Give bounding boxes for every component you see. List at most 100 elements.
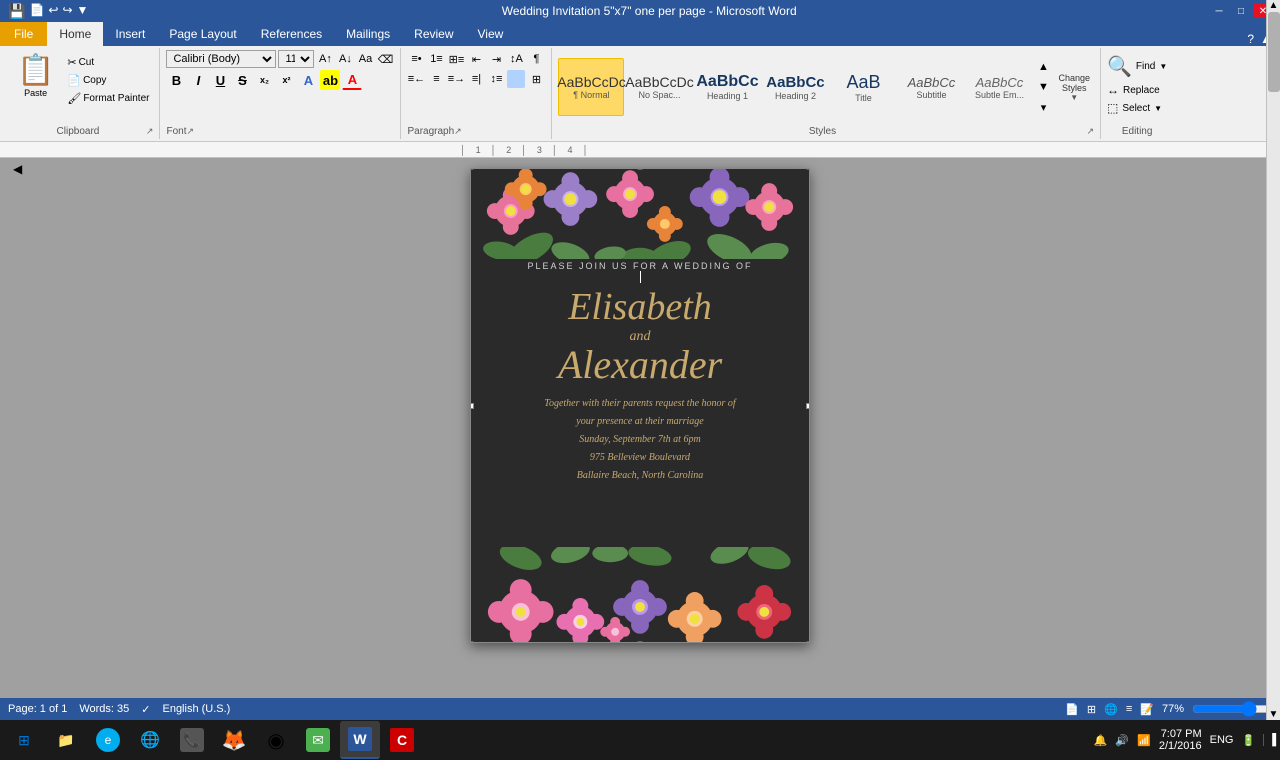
- tab-page-layout[interactable]: Page Layout: [157, 22, 248, 46]
- paragraph-expand[interactable]: ↗: [454, 126, 462, 137]
- view-web-button[interactable]: 🌐: [1104, 703, 1118, 716]
- style-normal[interactable]: AaBbCcDc ¶ Normal: [558, 58, 624, 116]
- network-icon[interactable]: 📶: [1137, 734, 1151, 747]
- align-right-button[interactable]: ≡→: [447, 70, 465, 88]
- style-heading1[interactable]: AaBbCc Heading 1: [694, 58, 760, 116]
- handle-ml[interactable]: [470, 403, 474, 409]
- view-outline-button[interactable]: ≡: [1126, 703, 1132, 715]
- tab-file[interactable]: File: [0, 22, 47, 46]
- decrease-indent-button[interactable]: ⇤: [467, 50, 485, 68]
- volume-icon[interactable]: 🔊: [1115, 734, 1129, 747]
- styles-group: AaBbCcDc ¶ Normal AaBbCcDc No Spac... Aa…: [552, 48, 1101, 139]
- bold-button[interactable]: B: [166, 70, 186, 90]
- invite-name1: Elisabeth: [568, 287, 712, 329]
- bullets-button[interactable]: ≡•: [407, 50, 425, 68]
- cut-button[interactable]: ✂ Cut: [63, 54, 153, 71]
- battery-icon[interactable]: 🔋: [1242, 734, 1256, 747]
- handle-mr[interactable]: [806, 403, 810, 409]
- highlight-button[interactable]: ab: [320, 70, 340, 90]
- style-title[interactable]: AaB Title: [830, 58, 896, 116]
- superscript-button[interactable]: x²: [276, 70, 296, 90]
- tab-home[interactable]: Home: [47, 22, 103, 46]
- sort-button[interactable]: ↕A: [507, 50, 525, 68]
- justify-button[interactable]: ≡|: [467, 70, 485, 88]
- shading-button[interactable]: [507, 70, 525, 88]
- maximize-button[interactable]: □: [1232, 4, 1250, 18]
- tab-references[interactable]: References: [249, 22, 334, 46]
- spell-check-icon[interactable]: ✓: [141, 703, 150, 716]
- taskbar-chrome[interactable]: ◉: [256, 721, 296, 759]
- paste-button[interactable]: 📋 Paste: [10, 50, 61, 101]
- notification-icon[interactable]: 🔔: [1094, 734, 1108, 747]
- styles-expand[interactable]: ↗: [1086, 126, 1094, 137]
- view-draft-button[interactable]: 📝: [1140, 703, 1154, 716]
- strikethrough-button[interactable]: S: [232, 70, 252, 90]
- align-center-button[interactable]: ≡: [427, 70, 445, 88]
- style-subtitle[interactable]: AaBbCc Subtitle: [898, 58, 964, 116]
- text-effects-button[interactable]: A: [298, 70, 318, 90]
- language-indicator[interactable]: English (U.S.): [162, 703, 230, 715]
- taskbar-phone[interactable]: 📞: [172, 721, 212, 759]
- format-painter-button[interactable]: 🖌 Format Painter: [63, 90, 153, 107]
- increase-font-button[interactable]: A↑: [316, 50, 334, 68]
- tab-mailings[interactable]: Mailings: [334, 22, 402, 46]
- taskbar-ie[interactable]: 🌐: [130, 721, 170, 759]
- taskbar-app2[interactable]: C: [382, 721, 422, 759]
- window-title: Wedding Invitation 5"x7" one per page - …: [88, 4, 1210, 18]
- show-desktop-button[interactable]: ▐: [1263, 734, 1276, 746]
- view-print-button[interactable]: 📄: [1065, 703, 1079, 716]
- subscript-button[interactable]: x₂: [254, 70, 274, 90]
- copy-button[interactable]: 📄 Copy: [63, 72, 153, 89]
- taskbar-word[interactable]: W: [340, 721, 380, 759]
- style-subtle-emphasis[interactable]: AaBbCc Subtle Em...: [966, 58, 1032, 116]
- font-size-select[interactable]: 11: [278, 50, 314, 68]
- invitation-card[interactable]: PLEASE JOIN US FOR A WEDDING OF Elisabet…: [470, 168, 810, 643]
- minimize-button[interactable]: ─: [1210, 4, 1228, 18]
- document-area: ◀: [0, 158, 1280, 698]
- taskbar-firefox[interactable]: 🦊: [214, 721, 254, 759]
- font-name-select[interactable]: Calibri (Body): [166, 50, 276, 68]
- style-heading2[interactable]: AaBbCc Heading 2: [762, 58, 828, 116]
- taskbar-edge[interactable]: e: [88, 721, 128, 759]
- styles-scroll-down[interactable]: ▼: [1034, 78, 1052, 96]
- ime-indicator[interactable]: ENG: [1210, 734, 1234, 746]
- help-icon[interactable]: ?: [1247, 32, 1254, 46]
- start-button[interactable]: ⊞: [4, 721, 44, 759]
- clear-formatting-button[interactable]: Aa: [356, 50, 374, 68]
- font-expand[interactable]: ↗: [186, 126, 194, 137]
- left-margin-marker[interactable]: ◀: [13, 162, 22, 176]
- style-no-spacing[interactable]: AaBbCcDc No Spac...: [626, 58, 692, 116]
- tab-view[interactable]: View: [466, 22, 516, 46]
- italic-button[interactable]: I: [188, 70, 208, 90]
- show-formatting-button[interactable]: ¶: [527, 50, 545, 68]
- multilevel-list-button[interactable]: ⊞≡: [447, 50, 465, 68]
- replace-button[interactable]: ↔ Replace: [1107, 83, 1167, 97]
- clipboard-group: 📋 Paste ✂ Cut 📄 Copy 🖌 Format Pai: [4, 48, 160, 139]
- taskbar-explorer[interactable]: 📁: [46, 721, 86, 759]
- clipboard-expand[interactable]: ↗: [146, 126, 154, 137]
- line-spacing-button[interactable]: ↕≡: [487, 70, 505, 88]
- underline-button[interactable]: U: [210, 70, 230, 90]
- numbering-button[interactable]: 1≡: [427, 50, 445, 68]
- vertical-scrollbar[interactable]: ▲ ▼: [1266, 158, 1280, 698]
- flowers-bottom: [471, 547, 809, 642]
- change-case-button[interactable]: ⌫: [376, 50, 394, 68]
- zoom-slider[interactable]: [1192, 701, 1272, 717]
- tab-insert[interactable]: Insert: [103, 22, 157, 46]
- font-color-button[interactable]: A: [342, 70, 362, 90]
- styles-more[interactable]: ▾: [1034, 98, 1052, 116]
- clock: 7:07 PM 2/1/2016: [1159, 728, 1202, 752]
- ruler: │1│2│3│4│: [0, 142, 1280, 158]
- view-fullscreen-button[interactable]: ⊞: [1087, 703, 1096, 716]
- taskbar-mail[interactable]: ✉: [298, 721, 338, 759]
- tab-review[interactable]: Review: [402, 22, 465, 46]
- decrease-font-button[interactable]: A↓: [336, 50, 354, 68]
- change-styles-button[interactable]: ChangeStyles ▼: [1054, 69, 1094, 106]
- border-button[interactable]: ⊞: [527, 70, 545, 88]
- select-button[interactable]: ⬚ Select ▼: [1107, 101, 1167, 115]
- increase-indent-button[interactable]: ⇥: [487, 50, 505, 68]
- find-button[interactable]: 🔍 Find ▼: [1107, 54, 1167, 79]
- styles-scroll-up[interactable]: ▲: [1034, 58, 1052, 76]
- align-left-button[interactable]: ≡←: [407, 70, 425, 88]
- invite-name2: Alexander: [558, 345, 722, 385]
